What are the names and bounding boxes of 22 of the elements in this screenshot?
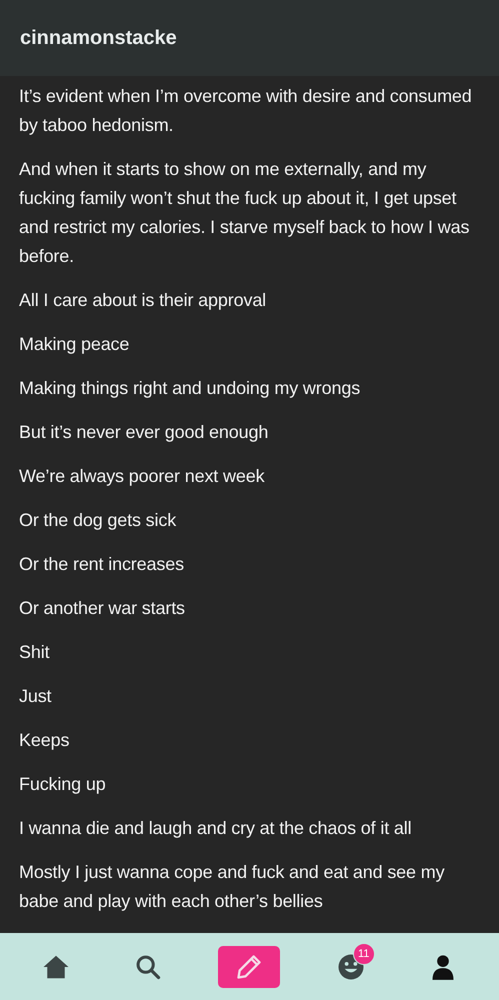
post-paragraph: And when it starts to show on me externally, and my fucking family won’t shut the fuck up about it, I get upset and restrict my calories. I starve myself back to how I was before. xyxy=(19,158,470,268)
notification-badge: 11 xyxy=(352,942,375,964)
username[interactable]: cinnamonstacke xyxy=(20,26,177,50)
activity-nav-button[interactable]: 11 xyxy=(328,944,373,988)
post-paragraph: Or the rent increases xyxy=(19,553,185,576)
compose-nav-button[interactable] xyxy=(218,946,280,988)
post-paragraph: Fucking up xyxy=(19,773,107,796)
search-icon xyxy=(134,952,162,980)
post-paragraph: Just xyxy=(19,685,52,708)
post-paragraph: Mostly I just wanna cope and fuck and eat and see my babe and play with each other’s bellies xyxy=(19,861,446,913)
post-paragraph: Making peace xyxy=(19,333,130,356)
post-paragraph: Or the dog gets sick xyxy=(19,509,178,532)
post-paragraph: But it’s never ever good enough xyxy=(19,421,270,444)
post-paragraph: Keeps xyxy=(19,729,70,752)
post-paragraph: I wanna die and laugh and cry at the chaos of it all xyxy=(19,817,412,840)
post-paragraph: Shit xyxy=(19,641,50,664)
post-paragraph: All I care about is their approval xyxy=(19,289,268,312)
post-paragraph: We’re always poorer next week xyxy=(19,465,266,488)
post-paragraph: Or another war starts xyxy=(19,597,186,620)
pencil-icon xyxy=(235,952,264,980)
post-paragraph: Making things right and undoing my wrongs xyxy=(19,377,362,400)
post-paragraph: It’s evident when I’m overcome with desire and consumed by taboo hedonism. xyxy=(19,85,473,137)
